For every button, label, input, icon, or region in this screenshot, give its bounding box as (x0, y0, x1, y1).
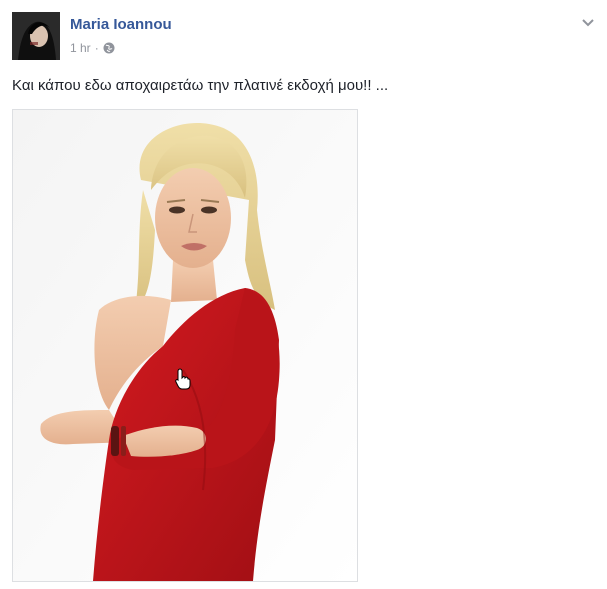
chevron-down-icon[interactable] (581, 14, 595, 27)
globe-icon[interactable] (103, 42, 115, 54)
author-avatar[interactable] (12, 12, 60, 60)
avatar-image (12, 12, 60, 60)
author-name-link[interactable]: Maria Ioannou (70, 16, 172, 33)
photo-image (13, 110, 357, 581)
post-photo[interactable] (12, 109, 358, 582)
post-text: Και κάπου εδω αποχαιρετάω την πλατινέ εκ… (12, 77, 389, 94)
post-meta: 1 hr · (70, 41, 115, 55)
facebook-post: Maria Ioannou 1 hr · Και κάπου εδω αποχα… (0, 0, 607, 589)
meta-separator: · (94, 41, 99, 55)
post-timestamp[interactable]: 1 hr (70, 41, 91, 55)
